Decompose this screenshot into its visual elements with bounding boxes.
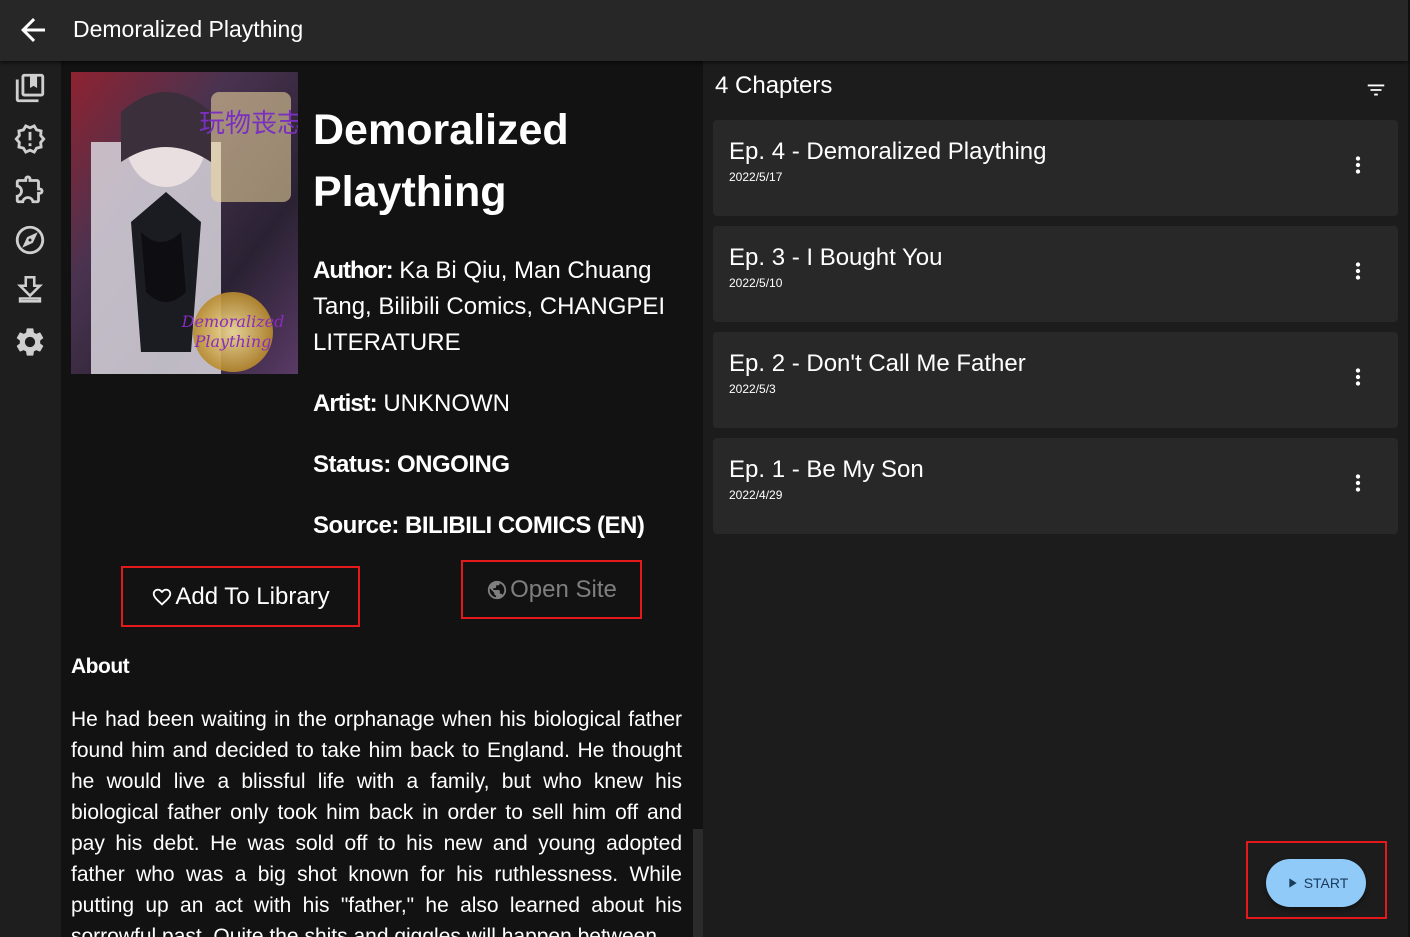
start-label: START	[1303, 875, 1349, 891]
manga-title: Demoralized Plaything	[313, 99, 593, 223]
extensions-icon	[15, 175, 44, 204]
explore-icon	[15, 225, 45, 255]
about-description: He had been waiting in the orphanage whe…	[71, 708, 682, 937]
author-label: Author:	[313, 257, 394, 284]
back-button[interactable]	[15, 12, 51, 48]
artist-label: Artist:	[313, 390, 378, 417]
more-vertical-icon	[1355, 474, 1361, 492]
add-to-library-label: Add To Library	[175, 582, 330, 610]
manga-title-line1: Demoralized	[313, 106, 569, 154]
chapter-item[interactable]: Ep. 1 - Be My Son 2022/4/29	[713, 438, 1398, 534]
status-value: ONGOING	[390, 451, 510, 478]
play-icon	[1289, 878, 1297, 888]
chapters-panel: 4 Chapters Ep. 4 - Demoralized Plaything…	[703, 61, 1408, 937]
chapter-name: Ep. 2 - Don't Call Me Father	[729, 350, 1026, 377]
open-site-label: Open Site	[510, 575, 617, 603]
cover-art: Demoralized Plaything 玩物丧志	[71, 72, 298, 374]
heart-outline-icon	[153, 588, 172, 606]
filter-button[interactable]	[1363, 79, 1389, 101]
open-site-button[interactable]: Open Site	[461, 560, 642, 619]
chapter-date: 2022/4/29	[729, 488, 783, 502]
chapter-name: Ep. 4 - Demoralized Plaything	[729, 138, 1047, 165]
source-value: BILIBILI COMICS (EN)	[398, 512, 645, 539]
more-vertical-icon	[1355, 156, 1361, 174]
manga-title-line2: Plaything	[313, 168, 507, 216]
cover-logo-line1: Demoralized	[181, 312, 285, 331]
chapter-date: 2022/5/3	[729, 382, 776, 396]
about-heading: About	[71, 655, 130, 678]
add-to-library-button[interactable]: Add To Library	[121, 566, 360, 627]
sidebar-item-extensions[interactable]	[13, 172, 47, 206]
sidebar-item-settings[interactable]	[13, 325, 47, 359]
chapter-name: Ep. 1 - Be My Son	[729, 456, 924, 483]
manga-details-panel: Demoralized Plaything 玩物丧志 Demoralized P…	[61, 61, 693, 937]
status-label: Status:	[313, 451, 391, 478]
artist-value: UNKNOWN	[376, 390, 510, 417]
source-label: Source:	[313, 512, 399, 539]
app-bar: Demoralized Plaything	[0, 0, 1408, 61]
chapter-item[interactable]: Ep. 2 - Don't Call Me Father 2022/5/3	[713, 332, 1398, 428]
status-info: Status: ONGOING	[313, 447, 683, 483]
chapter-menu-button[interactable]	[1345, 470, 1371, 496]
chapter-date: 2022/5/17	[729, 170, 783, 184]
downloads-icon	[17, 275, 43, 303]
cover-image: Demoralized Plaything 玩物丧志	[71, 72, 298, 374]
globe-icon	[487, 580, 507, 599]
chapter-menu-button[interactable]	[1345, 152, 1371, 178]
filter-list-icon	[1367, 84, 1385, 96]
settings-icon	[16, 328, 44, 356]
chapter-item[interactable]: Ep. 3 - I Bought You 2022/5/10	[713, 226, 1398, 322]
chapter-item[interactable]: Ep. 4 - Demoralized Plaything 2022/5/17	[713, 120, 1398, 216]
app-title: Demoralized Plaything	[73, 16, 304, 42]
more-vertical-icon	[1355, 262, 1361, 280]
arrow-left-icon	[21, 18, 45, 42]
chapter-date: 2022/5/10	[729, 276, 783, 290]
sidebar	[0, 61, 61, 937]
library-icon	[15, 73, 45, 103]
sidebar-item-updates[interactable]	[13, 122, 47, 156]
chapter-count: 4 Chapters	[715, 72, 833, 99]
sidebar-item-library[interactable]	[13, 71, 47, 105]
chapter-name: Ep. 3 - I Bought You	[729, 244, 943, 271]
cover-title-cn: 玩物丧志	[199, 109, 298, 139]
sidebar-item-explore[interactable]	[13, 223, 47, 257]
updates-icon	[14, 124, 46, 154]
chapter-menu-button[interactable]	[1345, 258, 1371, 284]
source-info: Source: BILIBILI COMICS (EN)	[313, 508, 683, 544]
artist-info: Artist: UNKNOWN	[313, 386, 683, 422]
more-vertical-icon	[1355, 368, 1361, 386]
chapter-menu-button[interactable]	[1345, 364, 1371, 390]
sidebar-item-downloads[interactable]	[13, 273, 47, 307]
author-info: Author: Ka Bi Qiu, Man Chuang Tang, Bili…	[313, 253, 683, 361]
cover-logo-line2: Plaything	[194, 332, 272, 351]
start-reading-button[interactable]: START	[1266, 859, 1366, 907]
left-panel-scrollbar[interactable]	[693, 829, 703, 937]
